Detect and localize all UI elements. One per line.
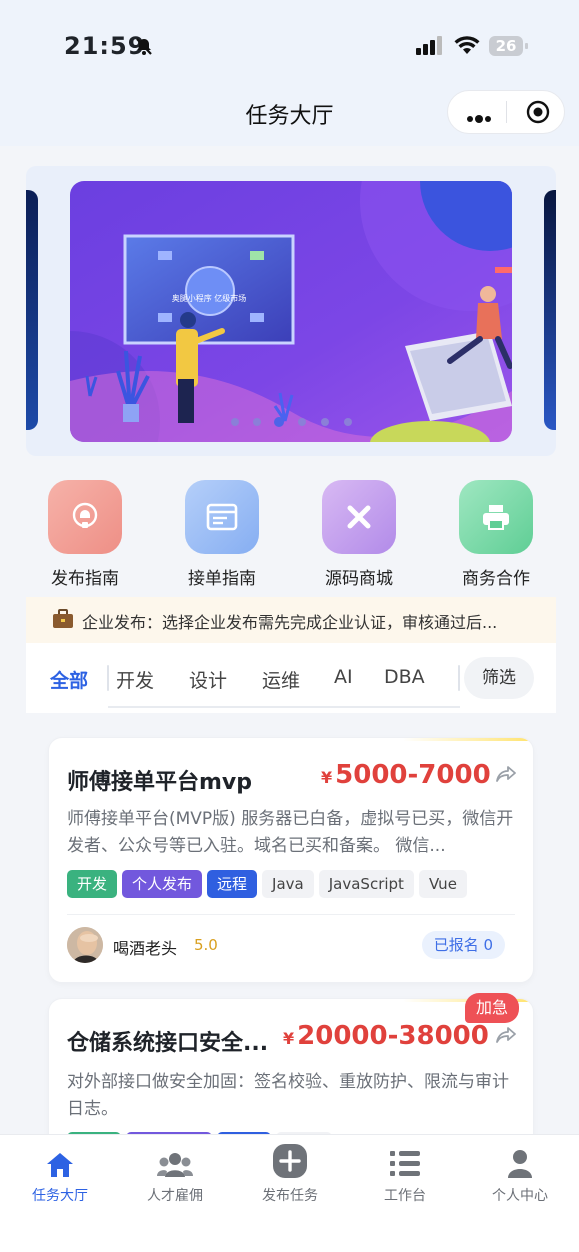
tab-divider	[107, 665, 109, 691]
user-name: 喝酒老头	[113, 939, 178, 958]
share-icon[interactable]	[495, 1025, 517, 1049]
banner-dot[interactable]	[231, 418, 239, 426]
price-range: 5000-7000	[335, 760, 491, 790]
tag: 远程	[207, 870, 258, 898]
battery-indicator: 26	[489, 36, 528, 56]
tab-ai[interactable]: AI	[334, 666, 353, 688]
quick-link-label: 源码商城	[325, 569, 393, 589]
status-bar: 21:59 26	[0, 0, 579, 90]
tools-cross-icon	[322, 480, 396, 554]
bottom-tab-label: 发布任务	[262, 1188, 318, 1204]
task-description: 师傅接单平台(MVP版) 服务器已白备，虚拟号已买，微信开发者、公众号等已入驻。…	[67, 809, 514, 856]
quick-link-order-guide[interactable]: 接单指南	[185, 480, 259, 589]
category-tabs: 全部 开发 设计 运维 AI DBA 筛选	[26, 643, 556, 713]
quick-link-source-mall[interactable]: 源码商城	[322, 480, 396, 589]
task-price: ¥5000-7000	[321, 760, 491, 790]
printer-icon	[459, 480, 533, 554]
quick-link-label: 商务合作	[462, 569, 530, 589]
task-card[interactable]: 师傅接单平台mvp ¥5000-7000 师傅接单平台(MVP版) 服务器已白备…	[48, 737, 534, 983]
card-highlight-line	[403, 738, 533, 741]
banner-dot[interactable]	[344, 418, 352, 426]
home-icon	[2, 1145, 118, 1179]
browser-window-icon	[185, 480, 259, 554]
avatar[interactable]	[67, 927, 103, 963]
notice-bar[interactable]: 企业发布：选择企业发布需先完成企业认证，审核通过后...	[26, 597, 556, 643]
task-title: 师傅接单平台mvp	[67, 770, 253, 795]
briefcase-icon	[52, 609, 74, 633]
price-currency: ¥	[321, 768, 333, 787]
tab-all[interactable]: 全部	[50, 666, 88, 693]
tag: Vue	[418, 870, 467, 898]
bottom-tab-task-hall[interactable]: 任务大厅	[2, 1145, 118, 1205]
tabs-scrollbar	[108, 706, 460, 708]
tag: JavaScript	[318, 870, 414, 898]
banner-dot[interactable]	[253, 418, 261, 426]
quick-link-label: 接单指南	[188, 569, 256, 589]
capsule-divider	[506, 101, 507, 123]
quick-link-publish-guide[interactable]: 发布指南	[48, 480, 122, 589]
banner-dot-active[interactable]	[274, 417, 284, 427]
bottom-tab-label: 工作台	[384, 1188, 426, 1204]
bell-mute-icon	[134, 36, 154, 60]
card-divider	[67, 914, 515, 915]
publish-guide-icon	[48, 480, 122, 554]
banner-dot[interactable]	[298, 418, 306, 426]
miniprogram-capsule	[447, 90, 565, 134]
banner-screen-text: 奥腿小程序 亿级市场	[172, 293, 247, 303]
list-icon	[347, 1145, 463, 1179]
quick-link-business[interactable]: 商务合作	[459, 480, 533, 589]
task-description: 对外部接口做安全加固：签名校验、重放防护、限流与审计日志。	[67, 1072, 509, 1119]
bottom-tab-talent[interactable]: 人才雇佣	[117, 1145, 233, 1205]
task-tags: 开发 个人发布 远程 Java JavaScript Vue	[67, 870, 515, 900]
tab-design[interactable]: 设计	[189, 666, 227, 693]
cellular-signal-icon	[416, 36, 444, 60]
price-currency: ¥	[283, 1029, 295, 1048]
tab-divider	[458, 665, 460, 691]
user-score: 5.0	[194, 936, 218, 954]
navigation-bar: 任务大厅	[0, 90, 579, 146]
task-title: 仓储系统接口安全...	[67, 1031, 269, 1056]
tag: 个人发布	[122, 870, 203, 898]
tab-dba[interactable]: DBA	[384, 666, 425, 688]
notice-text: 企业发布：选择企业发布需先完成企业认证，审核通过后...	[82, 613, 498, 632]
more-dots-icon[interactable]	[466, 108, 492, 127]
wifi-icon	[454, 35, 480, 59]
banner-image[interactable]: 奥腿小程序 亿级市场	[70, 181, 512, 442]
user-icon	[462, 1145, 578, 1179]
bottom-tab-workbench[interactable]: 工作台	[347, 1145, 463, 1205]
banner-prev-slide[interactable]	[26, 190, 38, 430]
users-icon	[117, 1145, 233, 1179]
bottom-tab-bar: 任务大厅 人才雇佣 发布任务 工作台 个人中心	[0, 1134, 579, 1252]
share-icon[interactable]	[495, 764, 517, 788]
bottom-tab-label: 任务大厅	[32, 1188, 88, 1204]
signed-up-count: 已报名 0	[421, 931, 505, 959]
task-price: ¥20000-38000	[283, 1021, 489, 1051]
urgent-badge: 加急	[465, 993, 519, 1023]
tag: Java	[262, 870, 314, 898]
bottom-tab-publish[interactable]: 发布任务	[232, 1144, 348, 1205]
close-target-icon[interactable]	[526, 100, 550, 128]
banner-dot[interactable]	[321, 418, 329, 426]
banner-next-slide[interactable]	[544, 190, 556, 430]
tab-dev[interactable]: 开发	[116, 666, 154, 693]
tag: 开发	[67, 870, 118, 898]
bottom-tab-label: 个人中心	[492, 1188, 548, 1204]
bottom-tab-label: 人才雇佣	[147, 1188, 203, 1204]
price-range: 20000-38000	[297, 1021, 489, 1051]
filter-button[interactable]: 筛选	[464, 657, 534, 699]
bottom-tab-profile[interactable]: 个人中心	[462, 1145, 578, 1205]
tab-ops[interactable]: 运维	[262, 666, 300, 693]
quick-link-label: 发布指南	[51, 569, 119, 589]
plus-circle-icon	[232, 1144, 348, 1179]
